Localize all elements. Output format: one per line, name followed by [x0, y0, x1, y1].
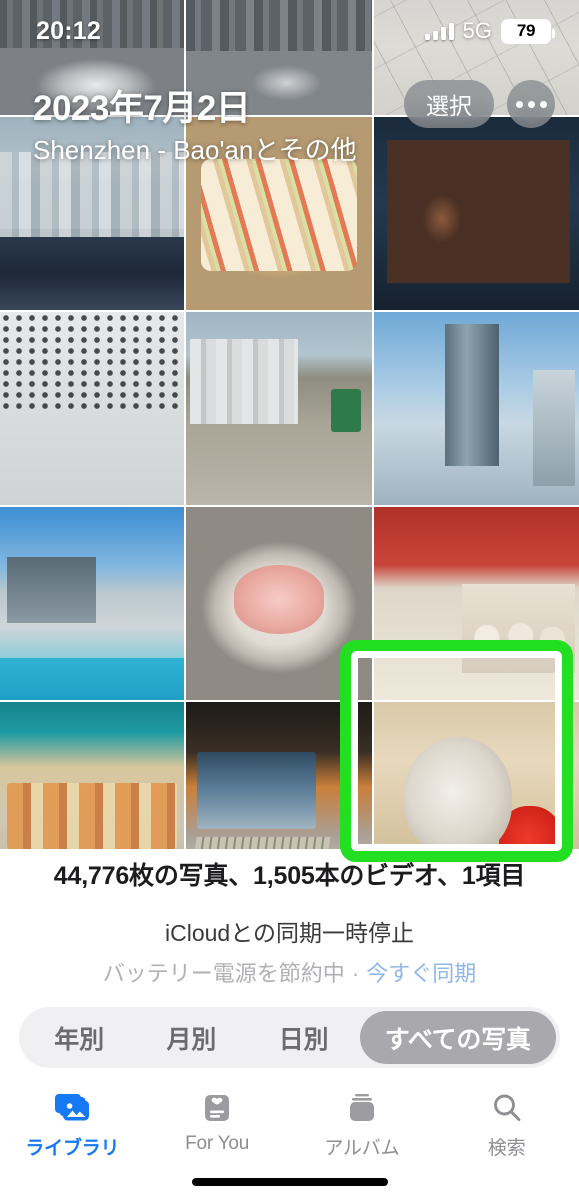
tab-label: アルバム: [324, 1138, 400, 1159]
tab-bar[interactable]: ライブラリ For You アルバム 検索: [0, 1081, 579, 1175]
search-icon: [491, 1090, 523, 1126]
photo-station-ceiling[interactable]: [0, 312, 184, 505]
photo-count-label: 44,776枚の写真、1,505本のビデオ、1項目: [53, 862, 526, 890]
photo-thumbnail: [0, 507, 184, 700]
select-button[interactable]: 選択: [404, 80, 494, 128]
ellipsis-icon-dot: [539, 100, 547, 108]
more-options-button[interactable]: [507, 80, 555, 128]
photo-mall-interior[interactable]: [0, 702, 184, 849]
photo-thumbnail: [374, 702, 579, 849]
photo-tower-construction[interactable]: [374, 312, 579, 505]
photo-sashimi-dish[interactable]: [186, 507, 372, 700]
segment-days[interactable]: 日別: [247, 1011, 359, 1064]
photo-thumbnail: [186, 702, 372, 849]
segment-all-photos[interactable]: すべての写真: [359, 1011, 556, 1064]
segment-years[interactable]: 年別: [23, 1011, 135, 1064]
header-actions: 選択: [404, 80, 555, 128]
photo-thumbnail: [0, 312, 184, 505]
location-subtitle: Shenzhen - Bao'anとその他: [33, 135, 357, 165]
timeline-scope-segmented-control[interactable]: 年別 月別 日別 すべての写真: [19, 1007, 560, 1068]
for-you-card-icon: [202, 1090, 232, 1126]
ellipsis-icon-dot: [527, 100, 535, 108]
tab-search[interactable]: 検索: [434, 1090, 579, 1160]
tab-for-you[interactable]: For You: [145, 1090, 290, 1155]
home-indicator: [191, 1178, 388, 1186]
tab-label: 検索: [487, 1138, 526, 1159]
photo-street-view[interactable]: [186, 312, 372, 505]
tab-label: For You: [185, 1133, 250, 1154]
ellipsis-icon-dot: [515, 100, 523, 108]
segment-months[interactable]: 月別: [135, 1011, 247, 1064]
photo-stack-icon: [54, 1090, 90, 1126]
photo-dumpling-package[interactable]: [374, 507, 579, 700]
photo-laptop-cafe[interactable]: [186, 702, 372, 849]
photo-thumbnail: [186, 312, 372, 505]
library-info: 44,776枚の写真、1,505本のビデオ、1項目 iCloudとの同期一時停止…: [0, 856, 579, 988]
photo-hamster-strawberry[interactable]: [374, 702, 579, 849]
page-title: 2023年7月2日: [33, 89, 251, 128]
tab-label: ライブラリ: [25, 1138, 120, 1159]
sync-now-link[interactable]: 今すぐ同期: [366, 961, 476, 986]
albums-stack-icon: [346, 1090, 378, 1126]
photo-thumbnail: [0, 702, 184, 849]
sync-detail-row: バッテリー電源を節約中 · 今すぐ同期: [0, 956, 579, 988]
sync-status-label: iCloudとの同期一時停止: [165, 920, 414, 946]
sync-detail-reason: バッテリー電源を節約中: [102, 961, 345, 986]
photo-thumbnail: [374, 117, 579, 310]
tab-albums[interactable]: アルバム: [290, 1090, 435, 1160]
photo-thumbnail: [186, 507, 372, 700]
sync-detail-separator: ·: [345, 961, 366, 986]
photo-plaza-pool[interactable]: [0, 507, 184, 700]
photo-thumbnail: [374, 507, 579, 700]
tab-library[interactable]: ライブラリ: [0, 1090, 145, 1160]
photo-thumbnail: [374, 312, 579, 505]
photo-movie-poster[interactable]: [374, 117, 579, 310]
